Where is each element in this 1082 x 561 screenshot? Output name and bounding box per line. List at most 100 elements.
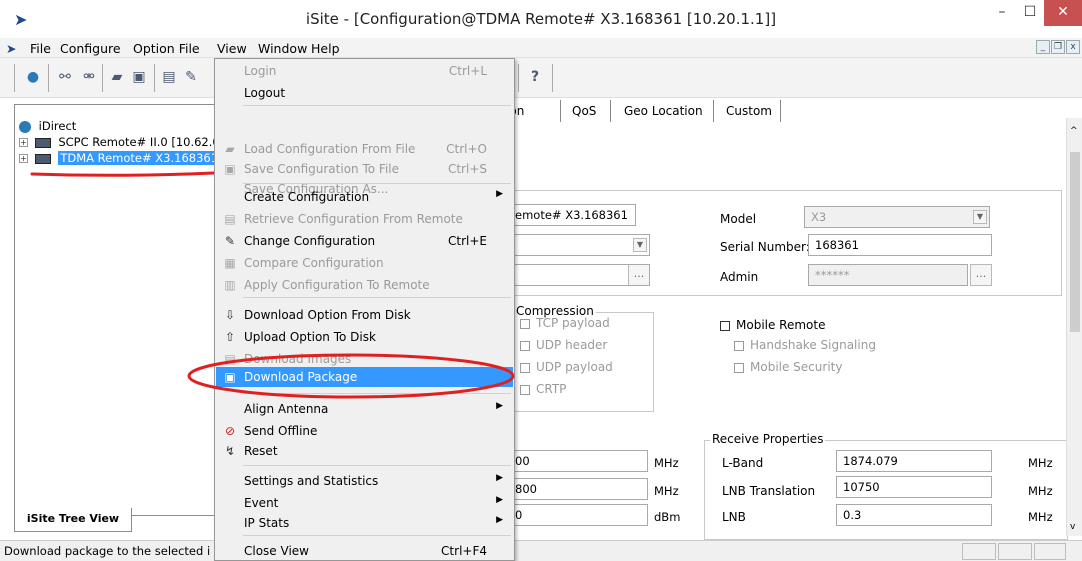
help-icon[interactable]: ?	[526, 68, 544, 86]
menu-option-file[interactable]: Option File	[133, 41, 200, 56]
submenu-arrow-icon: ▶	[496, 515, 503, 525]
save-icon: ▣	[224, 162, 236, 176]
menu-item-reset[interactable]: ↯ Reset	[216, 441, 513, 461]
expand-icon[interactable]: +	[19, 138, 28, 147]
chevron-down-icon[interactable]: ▼	[973, 210, 987, 224]
scroll-thumb[interactable]	[1070, 152, 1080, 332]
udp-header-checkbox[interactable]: UDP header	[520, 338, 607, 352]
menu-item-apply-configuration[interactable]: ▥ Apply Configuration To Remote	[216, 275, 513, 295]
vertical-scrollbar[interactable]: ^ v	[1066, 118, 1082, 536]
mobile-remote-checkbox[interactable]: Mobile Remote	[720, 318, 825, 332]
submenu-arrow-icon: ▶	[496, 473, 503, 483]
connect-icon[interactable]: ⚯	[56, 68, 74, 86]
disconnect-icon[interactable]: ⚮	[80, 68, 98, 86]
menu-help[interactable]: Help	[311, 41, 340, 56]
submenu-arrow-icon: ▶	[496, 401, 503, 411]
submenu-arrow-icon: ▶	[496, 495, 503, 505]
close-button[interactable]: ✕	[1044, 0, 1082, 26]
menu-window[interactable]: Window	[258, 41, 307, 56]
mdi-minimize-button[interactable]: _	[1036, 40, 1050, 54]
maximize-button[interactable]: ☐	[1016, 0, 1044, 26]
menu-item-compare-configuration[interactable]: ▦ Compare Configuration	[216, 253, 513, 273]
expand-icon[interactable]: +	[19, 154, 28, 163]
menu-item-create-configuration[interactable]: Create Configuration ▶	[216, 187, 513, 207]
handshake-signaling-checkbox[interactable]: Handshake Signaling	[734, 338, 876, 352]
menu-view[interactable]: View	[217, 41, 247, 56]
menu-item-download-option[interactable]: ⇩ Download Option From Disk	[216, 305, 513, 325]
browse-button[interactable]: ...	[628, 265, 649, 285]
reset-icon: ↯	[224, 444, 236, 458]
retrieve-icon[interactable]: ▤	[160, 68, 178, 86]
chevron-down-icon[interactable]: ▼	[633, 238, 647, 252]
lnb-translation-field[interactable]: 10750	[836, 476, 992, 498]
unit-label: MHz	[1028, 510, 1053, 524]
menu-separator	[243, 183, 511, 184]
open-folder-icon: ▰	[225, 142, 235, 156]
mdi-close-button[interactable]: x	[1066, 40, 1080, 54]
menu-item-load-configuration[interactable]: ▰ Load Configuration From File Ctrl+O	[216, 139, 513, 159]
menu-separator	[243, 465, 511, 466]
menu-item-retrieve-configuration[interactable]: ▤ Retrieve Configuration From Remote	[216, 209, 513, 229]
menu-item-ip-stats[interactable]: IP Stats ▶	[216, 513, 513, 533]
tree-item-scpc-remote[interactable]: + SCPC Remote# II.0 [10.62.0.	[19, 135, 223, 149]
menu-item-align-antenna[interactable]: Align Antenna ▶	[216, 399, 513, 419]
serial-number-field[interactable]: 168361	[808, 234, 992, 256]
scroll-down-icon[interactable]: v	[1070, 522, 1075, 532]
transmit-field-3[interactable]: 0	[508, 504, 648, 526]
menu-item-close-view[interactable]: Close View Ctrl+F4	[216, 541, 513, 561]
menu-item-settings-statistics[interactable]: Settings and Statistics ▶	[216, 471, 513, 491]
tree-view-tab[interactable]: iSite Tree View	[14, 508, 132, 532]
dropdown-field[interactable]: ▼	[508, 234, 650, 256]
remote-device-icon	[34, 153, 51, 164]
menu-item-login[interactable]: Login Ctrl+L	[216, 61, 513, 81]
menu-file[interactable]: File	[30, 41, 51, 56]
save-icon[interactable]: ▣	[130, 68, 148, 86]
menu-configure[interactable]: Configure	[60, 41, 121, 56]
menu-item-change-configuration[interactable]: ✎ Change Configuration Ctrl+E	[216, 231, 513, 251]
title-bar: ➤ iSite - [Configuration@TDMA Remote# X3…	[0, 0, 1082, 38]
l-band-label: L-Band	[722, 456, 764, 470]
menu-item-logout[interactable]: Logout	[216, 83, 513, 103]
toolbar-grip	[14, 64, 15, 92]
menu-item-upload-option[interactable]: ⇧ Upload Option To Disk	[216, 327, 513, 347]
status-bar: Download package to the selected i	[0, 540, 1082, 561]
mobile-security-checkbox[interactable]: Mobile Security	[734, 360, 842, 374]
globe-icon[interactable]: ●	[24, 68, 42, 86]
crtp-checkbox[interactable]: CRTP	[520, 382, 566, 396]
tab-qos[interactable]: QoS	[572, 104, 596, 118]
udp-payload-checkbox[interactable]: UDP payload	[520, 360, 613, 374]
admin-browse-button[interactable]: ...	[970, 264, 992, 286]
tab-custom[interactable]: Custom	[726, 104, 772, 118]
unit-label: MHz	[654, 484, 679, 498]
minimize-button[interactable]: –	[988, 0, 1016, 26]
edit-config-icon: ✎	[224, 234, 236, 248]
lnb-field[interactable]: 0.3	[836, 504, 992, 526]
file-menu: Login Ctrl+L Logout ▰ Load Configuration …	[214, 58, 515, 561]
lnb-translation-label: LNB Translation	[722, 484, 816, 498]
open-folder-icon[interactable]: ▰	[108, 68, 126, 86]
text-field[interactable]: ...	[508, 264, 650, 286]
tree-item-tdma-remote[interactable]: + TDMA Remote# X3.168361	[19, 151, 221, 165]
status-text: Download package to the selected i	[4, 544, 211, 558]
mdi-restore-button[interactable]: ❐	[1051, 40, 1065, 54]
unit-label: MHz	[654, 456, 679, 470]
menu-item-event[interactable]: Event ▶	[216, 493, 513, 513]
mdi-controls: _ ❐ x	[1036, 40, 1080, 54]
model-select[interactable]: X3 ▼	[804, 206, 990, 228]
admin-password-field[interactable]: ******	[808, 264, 968, 286]
scroll-up-icon[interactable]: ^	[1070, 126, 1078, 136]
edit-config-icon[interactable]: ✎	[182, 68, 200, 86]
toolbar-separator	[154, 64, 155, 92]
tab-geo-location[interactable]: Geo Location	[624, 104, 703, 118]
transmit-field-2[interactable]: 800	[508, 478, 648, 500]
menu-item-save-configuration[interactable]: ▣ Save Configuration To File Ctrl+S	[216, 159, 513, 179]
tcp-payload-checkbox[interactable]: TCP payload	[520, 316, 610, 330]
name-field[interactable]: emote# X3.168361	[508, 204, 636, 226]
tree-root[interactable]: iDirect	[19, 119, 76, 133]
annotation-underline	[30, 171, 216, 177]
apply-icon: ▥	[224, 278, 236, 292]
l-band-field[interactable]: 1874.079	[836, 450, 992, 472]
remote-device-icon	[34, 137, 51, 148]
menu-item-send-offline[interactable]: ⊘ Send Offline	[216, 421, 513, 441]
transmit-field-1[interactable]: 00	[508, 450, 648, 472]
